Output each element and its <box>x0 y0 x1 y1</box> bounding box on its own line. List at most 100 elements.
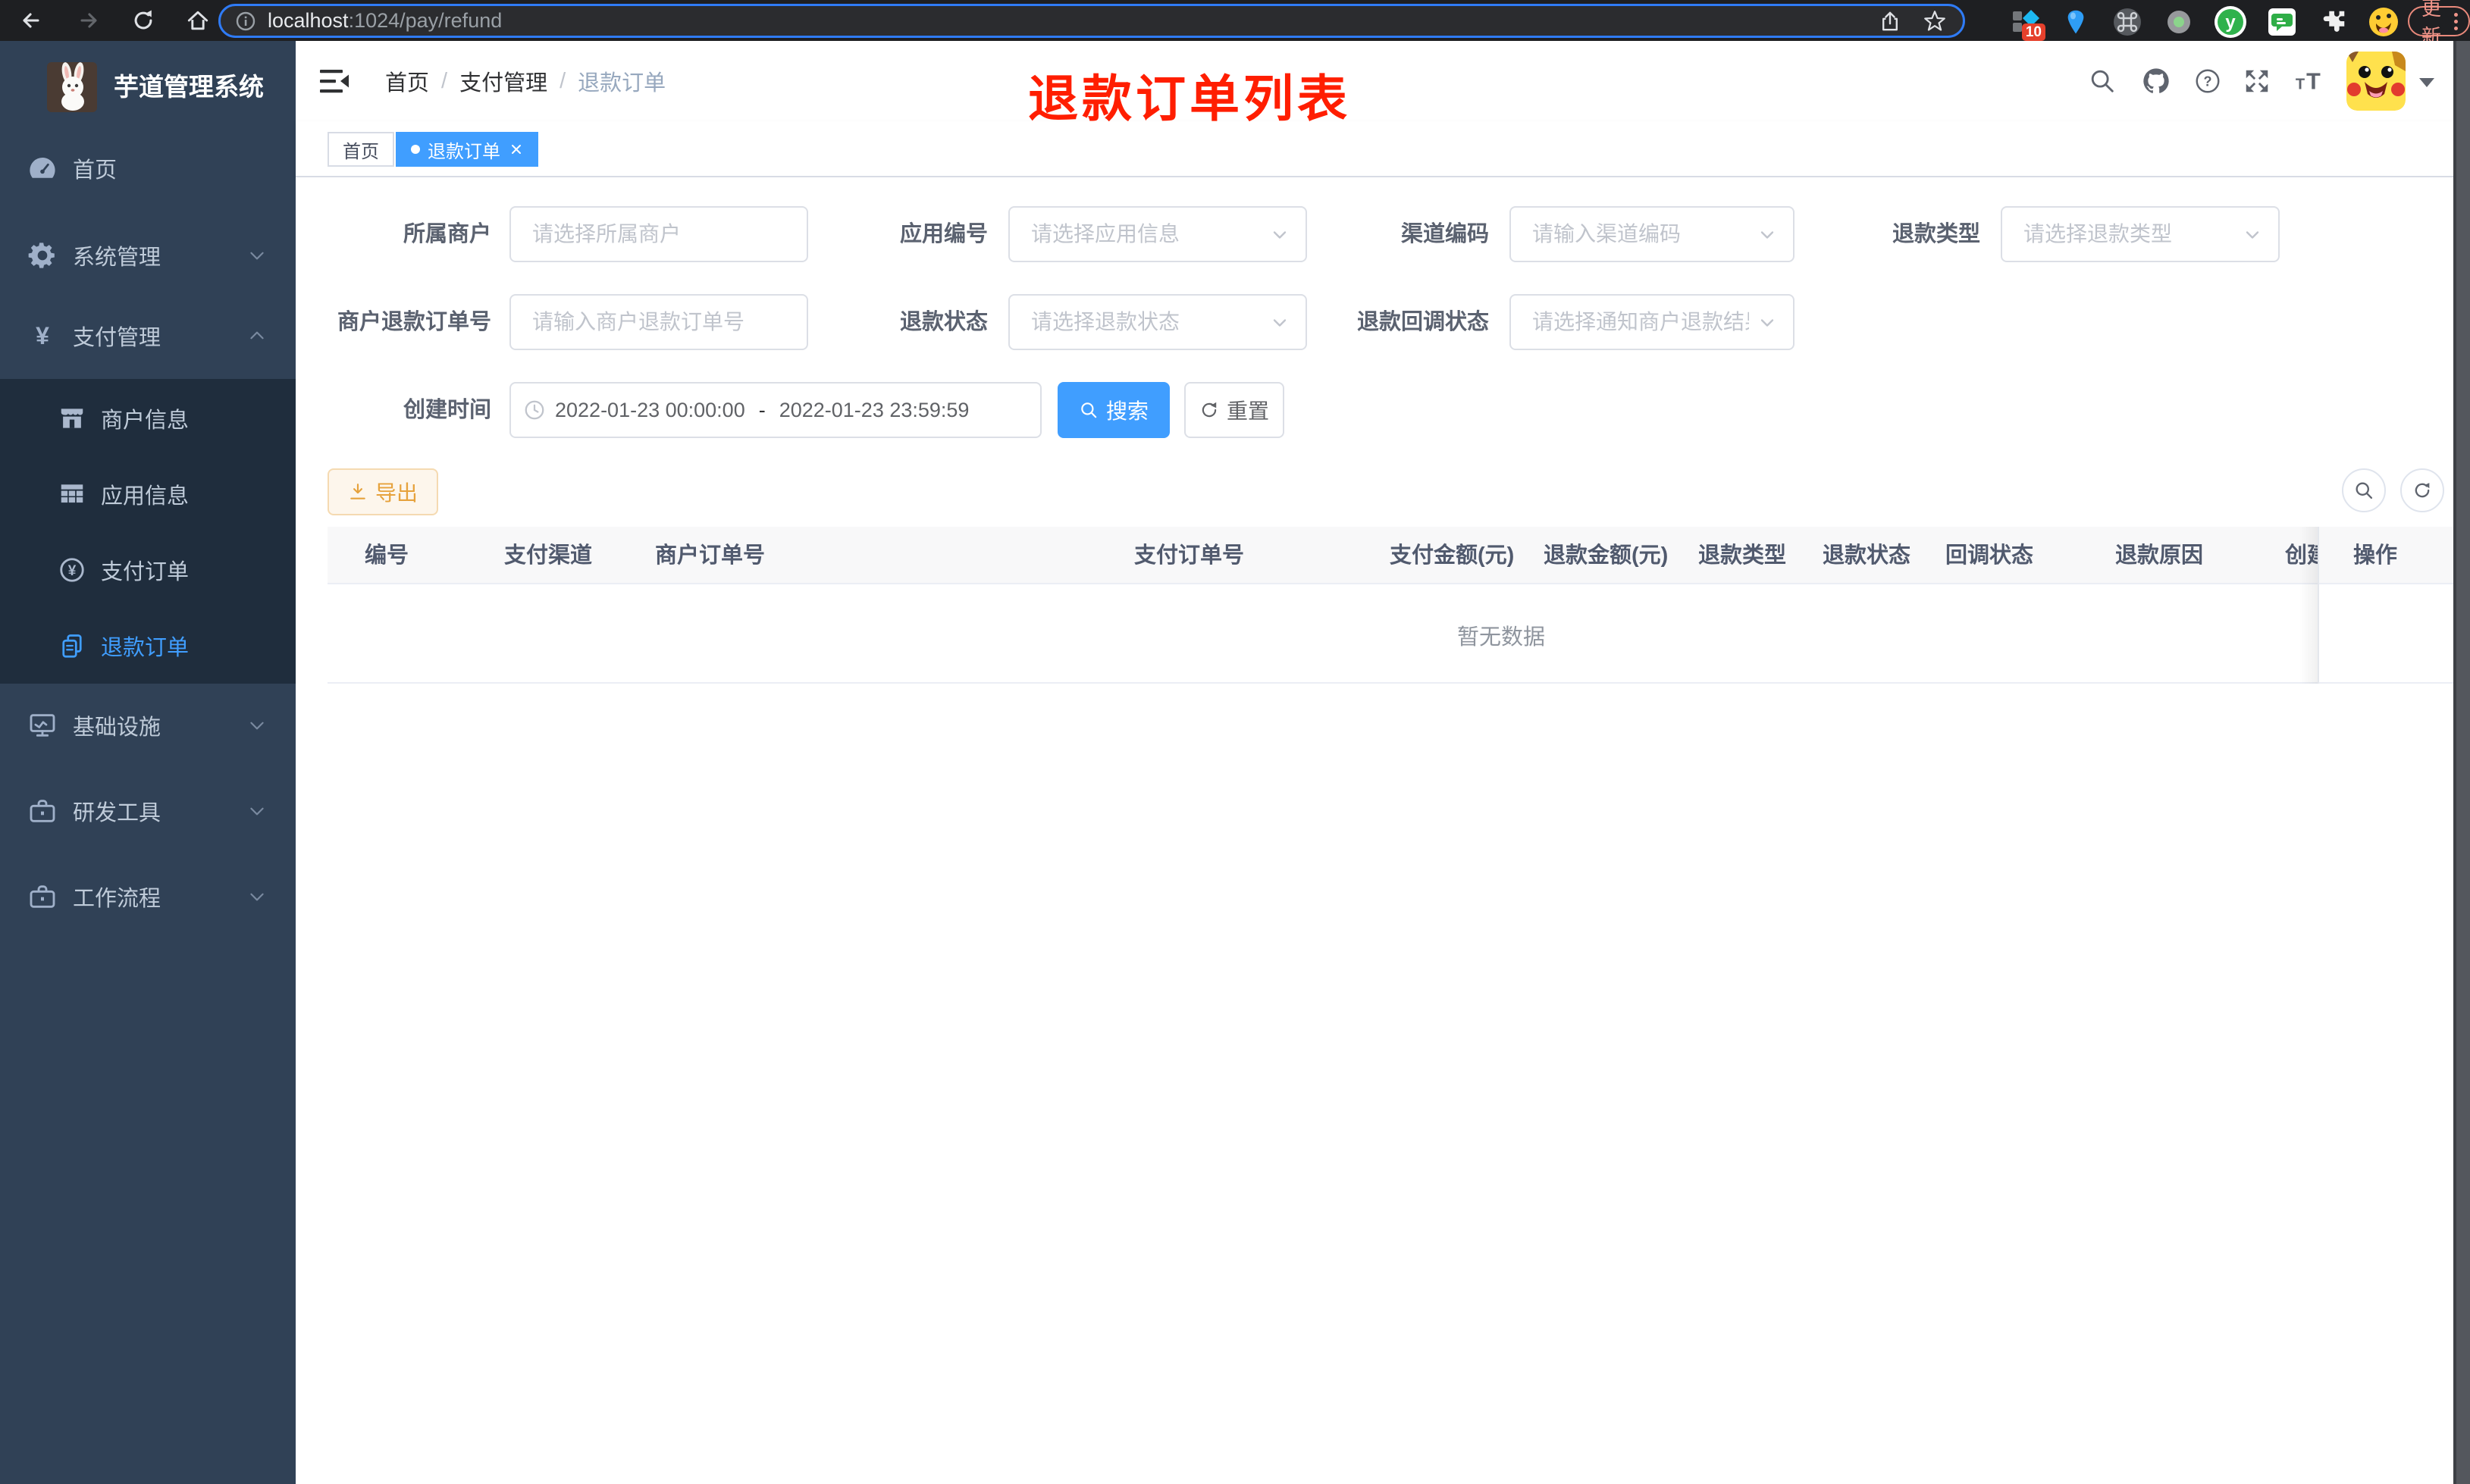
briefcase-icon <box>25 879 60 914</box>
table-header-cell: 退款原因 <box>2115 543 2204 568</box>
help-icon[interactable]: ? <box>2191 66 2224 96</box>
toggle-search-button[interactable] <box>2342 468 2386 512</box>
browser-menu-icon[interactable] <box>2450 12 2462 30</box>
export-button[interactable]: 导出 <box>328 468 438 515</box>
filter-label-refund-status: 退款状态 <box>899 310 988 334</box>
sidebar-item-devtools[interactable]: 研发工具 <box>0 782 296 840</box>
window-right-edge <box>2453 41 2470 1484</box>
briefcase-icon <box>25 794 60 828</box>
sidebar-item-home[interactable]: 首页 <box>0 139 296 197</box>
breadcrumb: 首页 / 支付管理 / 退款订单 <box>385 41 666 121</box>
active-dot-icon <box>411 145 420 154</box>
breadcrumb-pay[interactable]: 支付管理 <box>459 65 547 97</box>
chevron-down-icon <box>247 887 267 906</box>
table-header-cell: 编号 <box>365 543 409 568</box>
sidebar-item-app-info[interactable]: 应用信息 <box>0 465 296 523</box>
table-header: 编号 支付渠道 商户订单号 支付订单号 支付金额(元) 退款金额(元) 退款类型… <box>328 527 2456 584</box>
share-icon[interactable] <box>1878 9 1902 33</box>
user-avatar[interactable] <box>2346 52 2406 111</box>
table-header-cell: 支付金额(元) <box>1390 543 1515 568</box>
sidebar-item-workflow[interactable]: 工作流程 <box>0 868 296 925</box>
browser-home-button[interactable] <box>183 6 212 35</box>
extension-chat-icon[interactable] <box>2265 5 2299 39</box>
svg-text:?: ? <box>2203 74 2211 89</box>
create-time-range-picker[interactable]: 2022-01-23 00:00:00 - 2022-01-23 23:59:5… <box>509 382 1042 438</box>
yen-circle-icon: ¥ <box>57 555 87 585</box>
extension-emoji-icon[interactable] <box>2367 5 2400 39</box>
chevron-down-icon <box>247 801 267 821</box>
url-host: localhost <box>268 9 349 32</box>
monitor-chart-icon <box>25 708 60 743</box>
extension-diamond-icon[interactable]: 10 <box>2009 5 2045 41</box>
channel-select[interactable] <box>1509 206 1795 262</box>
extension-puzzle-icon[interactable] <box>2317 5 2350 39</box>
refund-type-select[interactable] <box>2001 206 2280 262</box>
table-header-cell: 支付订单号 <box>1134 543 1245 568</box>
sidebar-item-label: 研发工具 <box>73 801 161 825</box>
browser-back-button[interactable] <box>17 6 45 35</box>
extension-badge: 10 <box>2021 23 2045 41</box>
notify-status-select[interactable] <box>1509 294 1795 350</box>
bookmark-star-icon[interactable] <box>1922 8 1948 34</box>
browser-update-button[interactable]: 更新 <box>2408 0 2470 48</box>
table-header-cell-actions: 操作 <box>2353 543 2398 568</box>
date-end-value: 2022-01-23 23:59:59 <box>779 398 970 421</box>
filter-label-create-time: 创建时间 <box>403 398 491 422</box>
table-empty-text: 暂无数据 <box>1456 625 1546 650</box>
github-icon[interactable] <box>2139 66 2173 96</box>
sidebar: 芋道管理系统 首页 系统管理 ¥ 支付管理 商户信息 应用信息 ¥ 支付订单 退… <box>0 41 296 1484</box>
browser-chrome: localhost :1024/pay/refund 10 y 更新 <box>0 0 2470 48</box>
documents-icon <box>57 631 87 661</box>
clock-icon <box>523 399 546 421</box>
sidebar-item-system[interactable]: 系统管理 <box>0 227 296 284</box>
extension-balloon-icon[interactable] <box>2059 5 2092 39</box>
caret-down-icon[interactable] <box>2418 77 2435 92</box>
tag-refund-order[interactable]: 退款订单 <box>396 132 538 167</box>
fullscreen-icon[interactable] <box>2240 66 2274 96</box>
extension-gray-circle-icon[interactable] <box>2162 5 2196 39</box>
site-info-icon[interactable] <box>234 10 257 33</box>
svg-text:¥: ¥ <box>68 563 77 579</box>
table-header-cell: 退款状态 <box>1823 543 1911 568</box>
header-search-icon[interactable] <box>2086 66 2119 96</box>
filter-label-merchant-refund-no: 商户退款订单号 <box>337 310 491 334</box>
url-path: :1024/pay/refund <box>348 9 503 32</box>
fixed-column-shadow <box>2299 527 2318 684</box>
breadcrumb-separator: / <box>560 68 566 93</box>
refresh-button[interactable] <box>2400 468 2444 512</box>
table-header-cell: 支付渠道 <box>504 543 593 568</box>
breadcrumb-home[interactable]: 首页 <box>385 65 429 97</box>
sidebar-item-label: 支付管理 <box>73 326 161 350</box>
tag-home[interactable]: 首页 <box>328 132 394 167</box>
svg-text:T: T <box>2296 77 2305 93</box>
sidebar-item-pay[interactable]: ¥ 支付管理 <box>0 307 296 365</box>
reset-button[interactable]: 重置 <box>1184 382 1284 438</box>
svg-text:T: T <box>2306 69 2321 95</box>
table-header-cell: 退款类型 <box>1698 543 1787 568</box>
extension-command-icon[interactable] <box>2111 5 2144 39</box>
search-button[interactable]: 搜索 <box>1058 382 1170 438</box>
fixed-column-divider <box>2318 527 2319 684</box>
sidebar-item-label: 商户信息 <box>101 409 190 433</box>
sidebar-item-merchant-info[interactable]: 商户信息 <box>0 390 296 447</box>
export-button-label: 导出 <box>375 481 418 505</box>
url-bar[interactable]: localhost :1024/pay/refund <box>218 4 1965 38</box>
page-annotation-title: 退款订单列表 <box>1028 70 1351 127</box>
table-header-cell: 退款金额(元) <box>1544 543 1669 568</box>
browser-forward-button[interactable] <box>74 6 103 35</box>
filter-label-merchant: 所属商户 <box>403 222 491 246</box>
sidebar-collapse-icon[interactable] <box>318 66 352 96</box>
sidebar-item-pay-order[interactable]: ¥ 支付订单 <box>0 541 296 599</box>
table-header-cell: 商户订单号 <box>655 543 766 568</box>
extension-y-icon[interactable]: y <box>2214 5 2247 39</box>
browser-reload-button[interactable] <box>129 6 158 35</box>
sidebar-item-infra[interactable]: 基础设施 <box>0 697 296 754</box>
sidebar-item-label: 退款订单 <box>101 636 190 660</box>
sidebar-item-label: 应用信息 <box>101 484 190 509</box>
font-size-icon[interactable]: TT <box>2293 66 2326 96</box>
tag-label: 退款订单 <box>428 141 500 162</box>
sidebar-item-refund-order[interactable]: 退款订单 <box>0 617 296 675</box>
dashboard-icon <box>25 151 60 186</box>
table-header-cell: 回调状态 <box>1945 543 2034 568</box>
close-icon[interactable] <box>509 142 523 156</box>
